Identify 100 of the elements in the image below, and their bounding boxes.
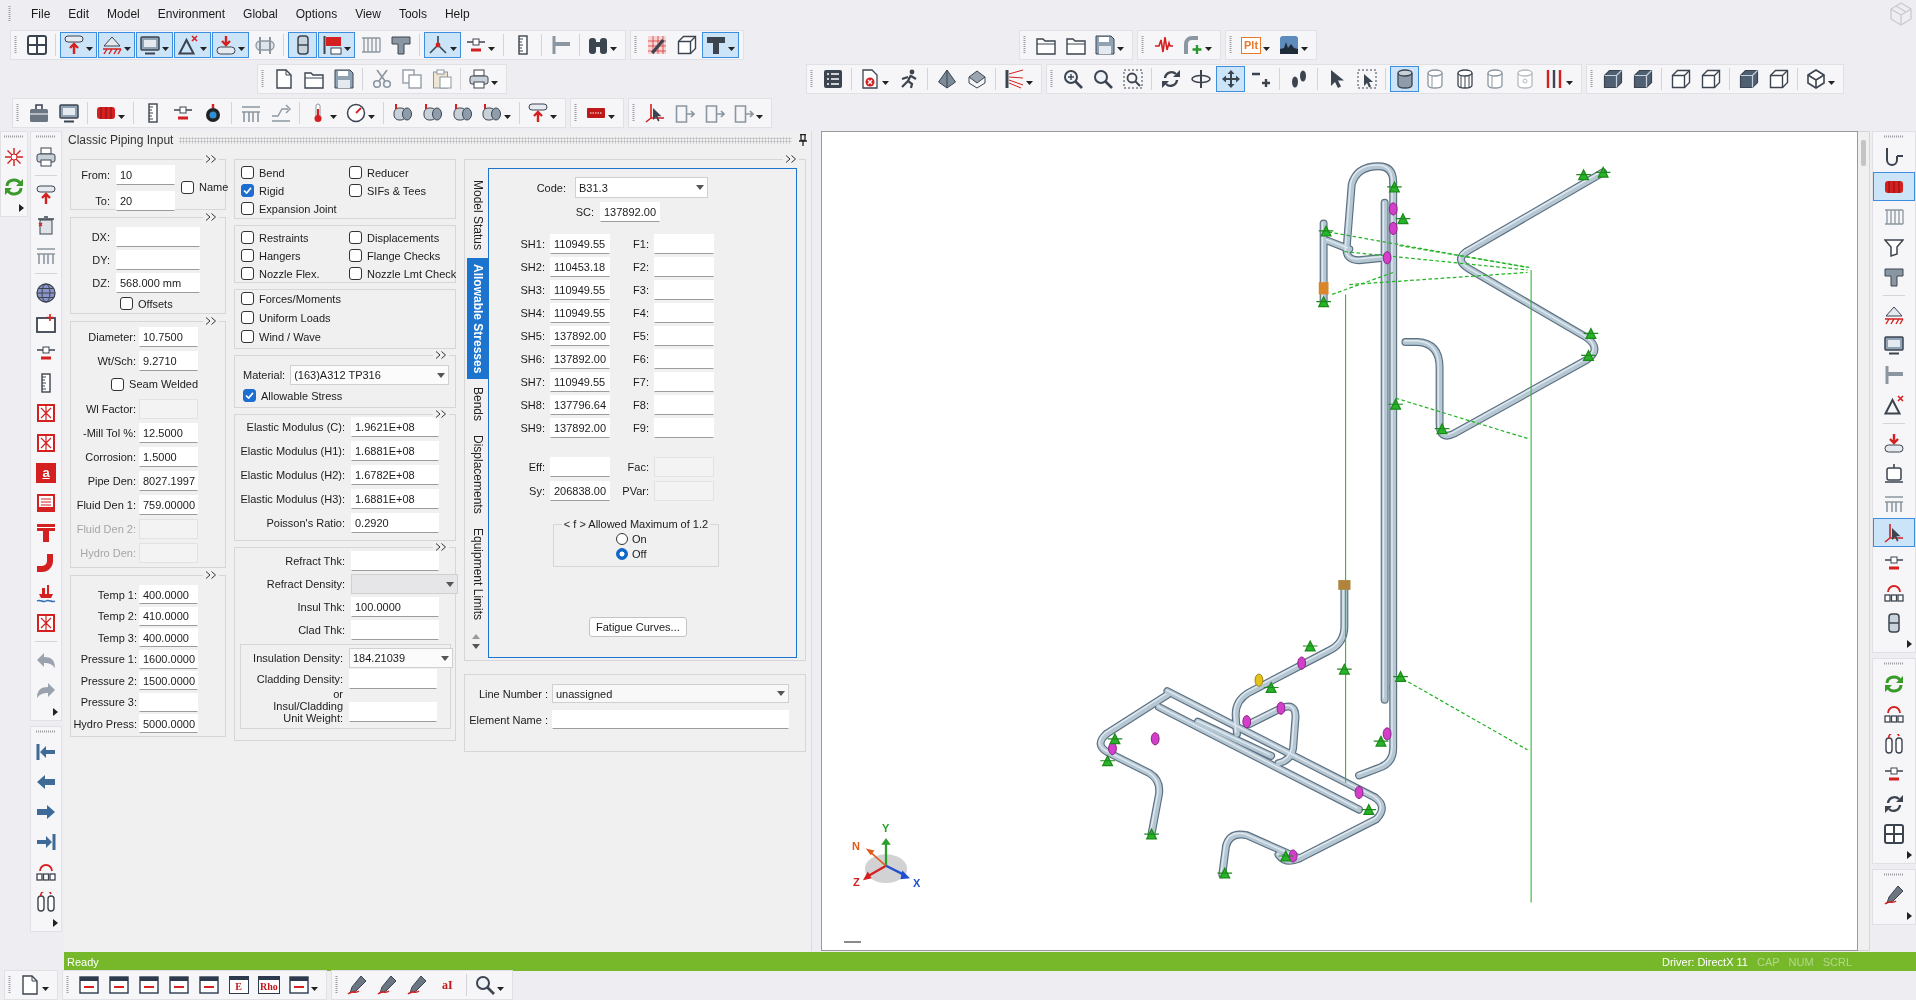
checkbox[interactable] [349,184,362,197]
checkbox[interactable] [243,389,256,402]
tab[interactable]: Equipment Limits [467,522,488,627]
grip-icon[interactable] [632,104,635,122]
dropdown[interactable]: B31.3 [575,177,708,198]
input-field[interactable]: 100.0000 [351,597,439,617]
toolbar-button[interactable] [1216,66,1245,92]
input-field[interactable]: 1.6881E+08 [351,489,439,509]
input-field[interactable]: 137892.00 [600,202,660,222]
expand-icon[interactable] [433,410,449,418]
menu-item[interactable]: Model [98,5,149,23]
checkbox[interactable] [120,297,133,310]
input-field[interactable]: 568.000 mm [116,273,200,293]
chevron-icon[interactable] [1907,912,1912,920]
checkbox[interactable] [241,267,254,280]
grip-icon[interactable] [16,104,19,122]
toolbar-button[interactable] [318,32,355,58]
menu-item[interactable]: File [22,5,60,23]
input-field[interactable]: 137892.00 [550,326,610,346]
grip-icon[interactable] [1141,36,1144,54]
dropdown[interactable]: 184.21039 [349,648,453,668]
input-field[interactable]: 400.0000 [139,585,198,604]
input-field[interactable]: 12.5000 [139,423,198,443]
checkbox[interactable] [111,377,125,391]
input-field[interactable]: 1.6782E+08 [351,465,439,485]
checkbox[interactable] [241,292,254,305]
checkbox[interactable] [241,166,254,179]
checkbox[interactable] [241,184,254,197]
expand-icon[interactable] [783,155,799,163]
checkbox[interactable] [241,311,254,324]
scroll-arrows-icon[interactable] [472,634,480,650]
grip-icon[interactable] [1884,873,1904,876]
grip-icon[interactable] [334,976,338,994]
grip-icon[interactable] [1884,135,1904,138]
input-field[interactable]: 1600.0000 [139,649,198,669]
grip-icon[interactable] [8,976,11,994]
input-field[interactable]: 400.0000 [139,628,198,647]
checkbox[interactable] [349,166,362,179]
input-field[interactable]: 20 [116,191,175,211]
grip-icon[interactable] [634,36,637,54]
expand-icon[interactable] [433,351,449,359]
menu-item[interactable]: View [346,5,390,23]
input-field[interactable]: 1500.0000 [139,671,198,690]
dropdown[interactable]: (163)A312 TP316 [290,365,449,385]
checkbox[interactable] [241,231,254,244]
grip-icon[interactable] [36,135,56,138]
tab[interactable]: Bends [467,381,488,428]
grip-icon[interactable] [1884,662,1904,665]
grip-icon[interactable] [1590,70,1593,88]
expand-icon[interactable] [433,543,449,551]
input-field[interactable]: 110949.55 [550,303,610,323]
toolbar-button[interactable] [288,32,317,58]
model-viewport[interactable]: N Y Z X [821,131,1858,951]
chevron-icon[interactable] [53,919,58,927]
input-field[interactable]: 0.2920 [351,513,439,533]
input-field[interactable]: 137892.00 [550,418,610,438]
grip-icon[interactable] [66,976,69,994]
input-field[interactable]: 10 [116,165,175,185]
input-field[interactable]: 1.9621E+08 [351,417,439,437]
toolbar-button[interactable] [136,32,173,58]
grip-icon[interactable] [8,6,11,22]
expand-icon[interactable] [203,571,219,579]
menu-item[interactable]: Global [234,5,287,23]
menu-item[interactable]: Tools [389,5,436,23]
pin-icon[interactable] [798,134,808,146]
menu-item[interactable]: Options [286,5,347,23]
input-field[interactable]: 5000.0000 [139,714,198,733]
checkbox[interactable] [241,249,254,262]
checkbox[interactable] [181,180,194,194]
dropdown[interactable]: unassigned [552,684,789,703]
grip-icon[interactable] [261,70,264,88]
chevron-icon[interactable] [1907,851,1912,859]
expand-icon[interactable] [203,317,219,325]
input-field[interactable]: 410.0000 [139,606,198,626]
input-field[interactable]: 137796.64 [550,395,610,415]
toolbar-button[interactable]: a [31,458,61,487]
grip-icon[interactable] [1229,36,1232,54]
input-field[interactable]: 759.00000 [139,495,198,515]
checkbox[interactable] [241,202,254,215]
scrollbar[interactable] [1858,131,1870,951]
radio-button[interactable] [616,533,628,545]
fatigue-curves-button[interactable]: Fatigue Curves... [589,617,687,637]
tab[interactable]: Displacements [467,429,488,521]
input-field[interactable]: 110949.55 [550,234,610,254]
grip-icon[interactable] [36,730,56,733]
scroll-thumb[interactable] [844,941,861,943]
grip-icon[interactable] [1023,36,1026,54]
toolbar-button[interactable] [702,32,739,58]
checkbox[interactable] [349,267,362,280]
input-field[interactable]: 137892.00 [550,349,610,369]
tab[interactable]: Model Status [467,174,488,257]
toolbar-button[interactable] [424,32,461,58]
grip-icon[interactable] [1050,70,1053,88]
tab[interactable]: Allowable Stresses [467,258,488,380]
chevron-icon[interactable] [1907,640,1912,648]
input-field[interactable]: 1.5000 [139,447,198,467]
input-field[interactable]: 1.6881E+08 [351,441,439,461]
input-field[interactable]: 10.7500 [139,327,198,347]
toolbar-button[interactable] [1390,66,1419,92]
input-field[interactable]: 110949.55 [550,280,610,300]
